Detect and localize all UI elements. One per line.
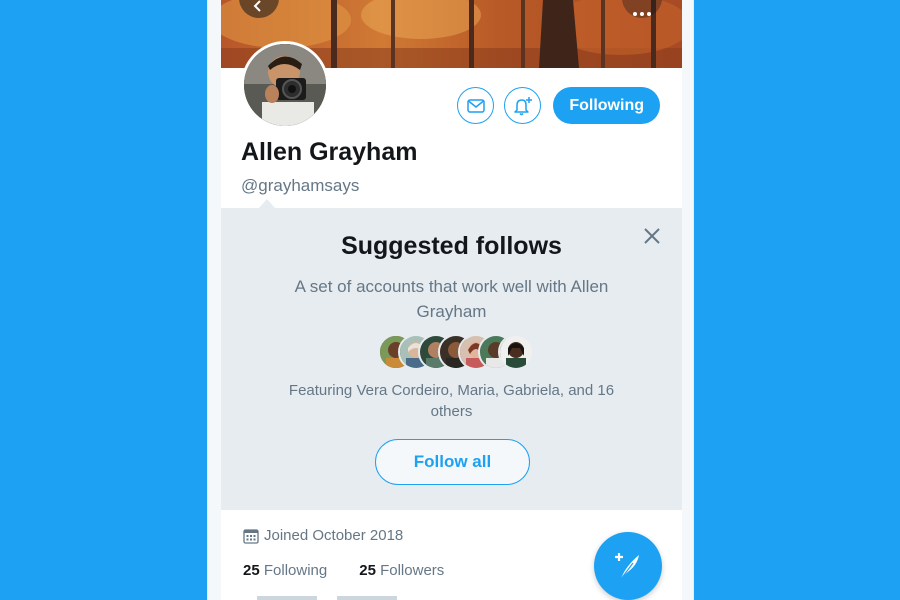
suggested-avatars bbox=[378, 334, 548, 370]
message-button[interactable] bbox=[457, 87, 495, 124]
envelope-icon bbox=[467, 98, 485, 113]
followers-count-link[interactable]: 25 Followers bbox=[359, 562, 444, 579]
next-row-glimpse bbox=[257, 596, 397, 600]
avatar-photo bbox=[244, 44, 326, 126]
follow-all-button[interactable]: Follow all bbox=[375, 439, 530, 485]
following-count: 25 bbox=[243, 562, 260, 579]
following-count-link[interactable]: 25 Following bbox=[243, 562, 327, 579]
suggested-avatar bbox=[498, 334, 534, 370]
suggested-title: Suggested follows bbox=[341, 232, 562, 260]
followers-count: 25 bbox=[359, 562, 376, 579]
more-options-button[interactable] bbox=[622, 0, 662, 18]
back-arrow-icon bbox=[253, 0, 261, 12]
notifications-button[interactable] bbox=[504, 87, 542, 124]
joined-date: Joined October 2018 bbox=[264, 527, 404, 544]
profile-screen: Following Allen Grayham @grayhamsays Sug… bbox=[221, 0, 682, 600]
more-options-icon bbox=[633, 12, 651, 16]
joined-row: Joined October 2018 bbox=[243, 527, 403, 544]
profile-actions: Following bbox=[457, 87, 660, 124]
compose-tweet-button[interactable] bbox=[594, 532, 662, 600]
compose-tweet-icon bbox=[615, 553, 639, 580]
followers-label: Followers bbox=[380, 562, 445, 579]
suggested-follows-card: Suggested follows A set of accounts that… bbox=[221, 208, 682, 510]
bell-plus-icon bbox=[514, 96, 532, 115]
featuring-text: Featuring Vera Cordeiro, Maria, Gabriela… bbox=[288, 382, 615, 420]
avatar[interactable] bbox=[241, 41, 329, 129]
calendar-icon bbox=[243, 528, 259, 544]
following-label: Following bbox=[263, 562, 328, 579]
follow-counts: 25 Following 25 Followers bbox=[243, 562, 444, 579]
suggested-subtitle: A set of accounts that work well with Al… bbox=[294, 277, 609, 321]
phone-frame: Following Allen Grayham @grayhamsays Sug… bbox=[207, 0, 694, 600]
profile-handle: @grayhamsays bbox=[241, 176, 360, 195]
profile-name: Allen Grayham bbox=[241, 138, 418, 166]
suggestion-pointer bbox=[259, 199, 275, 208]
following-button[interactable]: Following bbox=[553, 87, 660, 124]
profile-header: Following Allen Grayham @grayhamsays bbox=[221, 41, 682, 208]
